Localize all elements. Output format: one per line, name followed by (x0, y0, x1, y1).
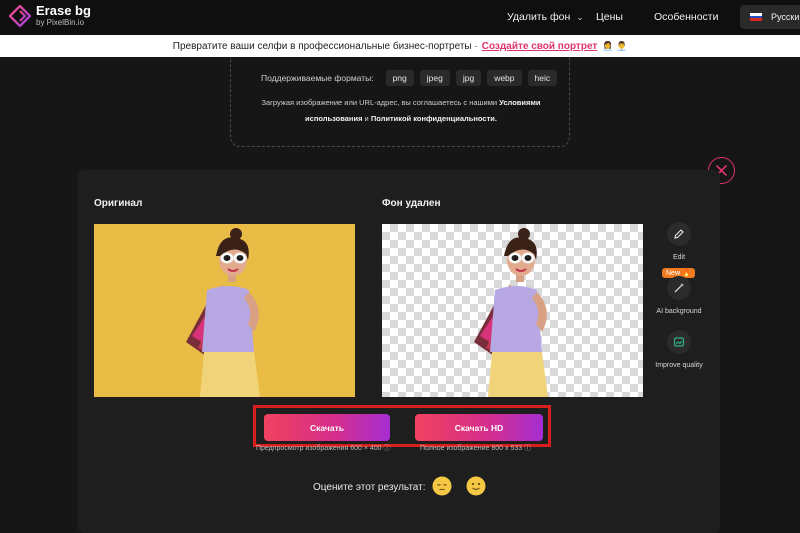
format-chip: webp (487, 70, 522, 86)
improve-quality-tool[interactable]: Improve quality (654, 330, 704, 369)
edit-tool[interactable]: Edit (654, 222, 704, 261)
nav-prices[interactable]: Цены (596, 11, 623, 23)
edit-tool-button[interactable] (667, 222, 691, 246)
language-label: Русский (771, 12, 800, 22)
full-size-note: Полное изображение 800 x 533 ⓘ (420, 445, 532, 452)
banner-link[interactable]: Создайте свой портрет (482, 41, 598, 52)
language-selector[interactable]: Русский (740, 5, 800, 29)
removed-title: Фон удален (382, 198, 441, 209)
enhance-image-icon (673, 337, 685, 347)
banner-emoji: 👩‍💼 👨‍💼 (602, 40, 628, 51)
pencil-icon (674, 229, 684, 239)
ai-background-tool[interactable]: AI background (654, 276, 704, 315)
format-chip: jpeg (419, 70, 450, 86)
format-chip: heic (527, 70, 558, 86)
supported-formats: Поддерживаемые форматы: png jpeg jpg web… (261, 70, 558, 86)
brand-logo[interactable]: Erase bg by PixelBin.io (9, 4, 91, 27)
nav-features[interactable]: Особенности (654, 11, 718, 23)
pensive-face-icon[interactable] (432, 476, 452, 496)
background-removed-image (382, 224, 643, 397)
top-navbar: Erase bg by PixelBin.io Удалить фон ⌄ Цен… (0, 0, 800, 35)
ai-background-button[interactable] (667, 276, 691, 300)
download-button[interactable]: Скачать (264, 414, 390, 441)
format-chip: jpg (455, 70, 482, 86)
preview-size-note: Предпросмотр изображения 600 × 400 ⓘ (256, 445, 391, 452)
magic-wand-icon (674, 283, 684, 293)
brand-subtitle: by PixelBin.io (36, 18, 85, 27)
consent-and: и (364, 114, 369, 123)
rate-result-label: Оцените этот результат: (313, 482, 426, 493)
improve-quality-label: Improve quality (655, 362, 703, 369)
privacy-link[interactable]: Политикой конфиденциальности. (371, 114, 497, 123)
format-chip: png (385, 70, 414, 86)
edit-tool-label: Edit (672, 254, 686, 261)
brand-title: Erase bg (36, 3, 91, 18)
nav-remove-bg[interactable]: Удалить фон ⌄ (507, 11, 584, 23)
consent-text: Загружая изображение или URL-адрес, вы с… (251, 95, 551, 127)
formats-label: Поддерживаемые форматы: (261, 73, 374, 83)
improve-quality-button[interactable] (667, 330, 691, 354)
woman-with-shopping-bags-image (186, 228, 260, 397)
promo-banner: Превратите ваши селфи в профессиональные… (0, 35, 800, 57)
result-panel: Оригинал Фон удален Edit New 🔥 AI backgr… (78, 170, 720, 533)
download-hd-button[interactable]: Скачать HD (415, 414, 543, 441)
consent-prefix: Загружая изображение или URL-адрес, вы с… (261, 98, 498, 107)
ai-background-label: AI background (656, 308, 702, 315)
banner-text: Превратите ваши селфи в профессиональные… (172, 40, 478, 52)
nav-remove-bg-label: Удалить фон (507, 11, 571, 23)
smiling-face-icon[interactable] (466, 476, 486, 496)
upload-dropzone[interactable]: Поддерживаемые форматы: png jpeg jpg web… (230, 57, 570, 147)
woman-cutout-image (474, 228, 548, 397)
russian-flag-icon (750, 13, 762, 22)
chevron-down-icon: ⌄ (576, 12, 584, 22)
logo-icon (9, 4, 31, 27)
original-image (94, 224, 355, 397)
original-title: Оригинал (94, 198, 143, 209)
